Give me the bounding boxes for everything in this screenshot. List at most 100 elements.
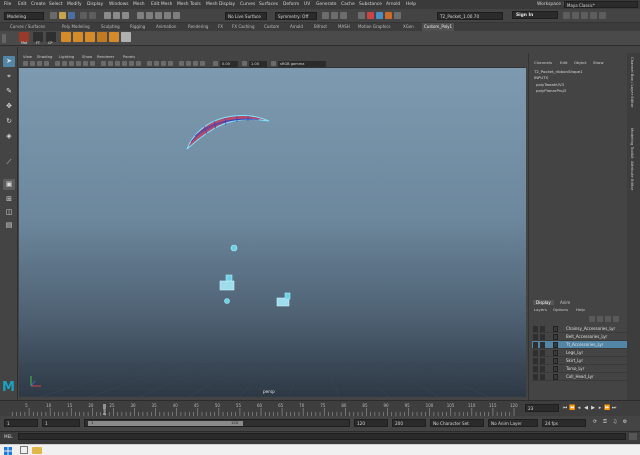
menu-file[interactable]: File <box>4 2 11 7</box>
wireframe-on-shaded-icon[interactable] <box>115 61 120 66</box>
open-scene-icon[interactable] <box>59 12 66 19</box>
command-input[interactable] <box>18 433 626 440</box>
layer-display-type-toggle[interactable] <box>540 334 545 340</box>
camera-attributes-icon[interactable] <box>30 61 35 66</box>
step-forward-key-icon[interactable]: ⏩ <box>604 405 610 412</box>
file-explorer-icon[interactable] <box>32 447 42 454</box>
windows-start-icon[interactable] <box>4 447 12 455</box>
time-slider[interactable]: 5 10 15 20 25 30 35 40 45 50 55 60 65 70 75 80 85 90 95 100… <box>0 400 640 416</box>
layer-row[interactable]: Belt_Accessories_Lyr <box>532 333 627 341</box>
layer-color-swatch[interactable] <box>553 326 558 332</box>
tab-modeling-toolkit[interactable]: Modeling Toolkit <box>630 128 635 159</box>
shelf-tab-custom[interactable]: Custom <box>264 24 279 29</box>
layer-display-type-toggle[interactable] <box>540 358 545 364</box>
menu-edit-mesh[interactable]: Edit Mesh <box>151 2 172 7</box>
snap-curve-icon[interactable] <box>146 12 153 19</box>
make-live-icon[interactable] <box>173 12 180 19</box>
layer-color-swatch[interactable] <box>553 358 558 364</box>
menu-uv[interactable]: UV <box>304 2 310 7</box>
new-scene-icon[interactable] <box>50 12 57 19</box>
motion-blur-icon[interactable] <box>154 61 159 66</box>
layer-row[interactable]: Chainsy_Accessories_Lyr <box>532 325 627 333</box>
animation-start-field[interactable]: 1 <box>4 419 38 427</box>
select-object-icon[interactable] <box>113 12 120 19</box>
layer-color-swatch[interactable] <box>553 350 558 356</box>
depth-of-field-icon[interactable] <box>168 61 173 66</box>
save-scene-icon[interactable] <box>68 12 75 19</box>
layer-row-selected[interactable]: Tt_Accessories_Lyr <box>532 341 627 349</box>
shelf-tab-motion-graphics[interactable]: Motion Graphics <box>358 24 391 29</box>
layer-display-type-toggle[interactable] <box>540 374 545 380</box>
move-layer-down-icon[interactable] <box>597 316 603 322</box>
xray-icon[interactable] <box>186 61 191 66</box>
script-editor-icon[interactable] <box>629 433 637 440</box>
exposure-field[interactable]: 0.00 <box>220 61 238 67</box>
menu-deform[interactable]: Deform <box>283 2 299 7</box>
grid-toggle-icon[interactable] <box>55 61 60 66</box>
go-to-start-icon[interactable]: ⏮ <box>562 405 568 412</box>
channel-box-menu-show[interactable]: Show <box>593 60 604 65</box>
animation-end-field[interactable]: 200 <box>392 419 426 427</box>
menu-windows[interactable]: Windows <box>109 2 129 7</box>
layer-visibility-toggle[interactable] <box>533 358 538 364</box>
sign-in-button[interactable]: Sign In <box>512 11 558 19</box>
menu-create[interactable]: Create <box>31 2 46 7</box>
range-slider[interactable]: 1 120 <box>84 419 350 427</box>
menu-mesh[interactable]: Mesh <box>133 2 145 7</box>
textured-icon[interactable] <box>122 61 127 66</box>
layer-visibility-toggle[interactable] <box>533 374 538 380</box>
shelf-tab-custom-poly1[interactable]: Custom_Poly1 <box>422 23 455 31</box>
resolution-gate-icon[interactable] <box>69 61 74 66</box>
tab-channel-box-layer-editor[interactable]: Channel Box / Layer Editor <box>630 57 635 108</box>
smooth-shade-icon[interactable] <box>108 61 113 66</box>
panel-menu-panels[interactable]: Panels <box>123 54 135 59</box>
preferences-icon[interactable]: ⚙ <box>622 419 628 426</box>
command-language-label[interactable]: MEL <box>4 434 13 439</box>
image-plane-icon[interactable] <box>44 61 49 66</box>
select-tool-icon[interactable]: ➤ <box>3 56 15 67</box>
perspective-viewport[interactable] <box>19 68 526 397</box>
anim-layer-dropdown[interactable]: No Anim Layer <box>488 419 538 427</box>
shelf-tab-curves-surfaces[interactable]: Curves / Surfaces <box>10 24 45 29</box>
shelf-combine-icon[interactable] <box>109 32 119 42</box>
two-view-layout-icon[interactable]: ◫ <box>3 207 15 218</box>
arnold-render-icon[interactable] <box>367 12 374 19</box>
shelf-tab-rendering[interactable]: Rendering <box>188 24 208 29</box>
layer-display-type-toggle[interactable] <box>540 342 545 348</box>
isolate-select-icon[interactable] <box>179 61 184 66</box>
key-icon[interactable]: ⚿ <box>602 419 608 426</box>
shelf-tab-bifrost[interactable]: Bifrost <box>314 24 327 29</box>
channel-box-menu-object[interactable]: Object <box>574 60 587 65</box>
shelf-extrude-icon[interactable] <box>73 32 83 42</box>
channel-box-menu-channels[interactable]: Channels <box>534 60 552 65</box>
menu-surfaces[interactable]: Surfaces <box>259 2 278 7</box>
camera-select-icon[interactable] <box>23 61 28 66</box>
time-slider-ruler[interactable]: 5 10 15 20 25 30 35 40 45 50 55 60 65 70 75 80 85 90 95 100… <box>4 402 521 416</box>
playback-end-field[interactable]: 120 <box>354 419 388 427</box>
move-layer-up-icon[interactable] <box>589 316 595 322</box>
panel-menu-show[interactable]: Show <box>82 54 92 59</box>
shelf-bevel-icon[interactable] <box>85 32 95 42</box>
shelf-tab-poly-modeling[interactable]: Poly Modeling <box>62 24 90 29</box>
color-management-icon[interactable] <box>271 61 276 66</box>
range-slider-handle[interactable] <box>88 421 243 426</box>
task-view-icon[interactable] <box>20 446 28 454</box>
field-chart-icon[interactable] <box>83 61 88 66</box>
menu-generate[interactable]: Generate <box>316 2 337 7</box>
layer-row[interactable]: Legs_Lyr <box>532 349 627 357</box>
safe-action-icon[interactable] <box>90 61 95 66</box>
select-component-icon[interactable] <box>122 12 129 19</box>
audio-icon[interactable]: ♫ <box>612 419 618 426</box>
film-gate-icon[interactable] <box>62 61 67 66</box>
layer-row[interactable]: Skirt_Lyr <box>532 357 627 365</box>
last-tool-icon[interactable]: ⟋ <box>3 157 15 168</box>
menu-modify[interactable]: Modify <box>67 2 82 7</box>
lasso-tool-icon[interactable]: ⌖ <box>3 71 15 82</box>
panel-menu-view[interactable]: View <box>23 54 32 59</box>
scale-tool-icon[interactable]: ◈ <box>3 131 15 142</box>
outliner-layout-icon[interactable]: ▤ <box>3 220 15 231</box>
shelf-bridge-icon[interactable] <box>97 32 107 42</box>
play-backwards-icon[interactable]: ◀ <box>583 405 589 412</box>
gamma-field[interactable]: 1.00 <box>249 61 267 67</box>
shelf-tab-arnold[interactable]: Arnold <box>290 24 303 29</box>
